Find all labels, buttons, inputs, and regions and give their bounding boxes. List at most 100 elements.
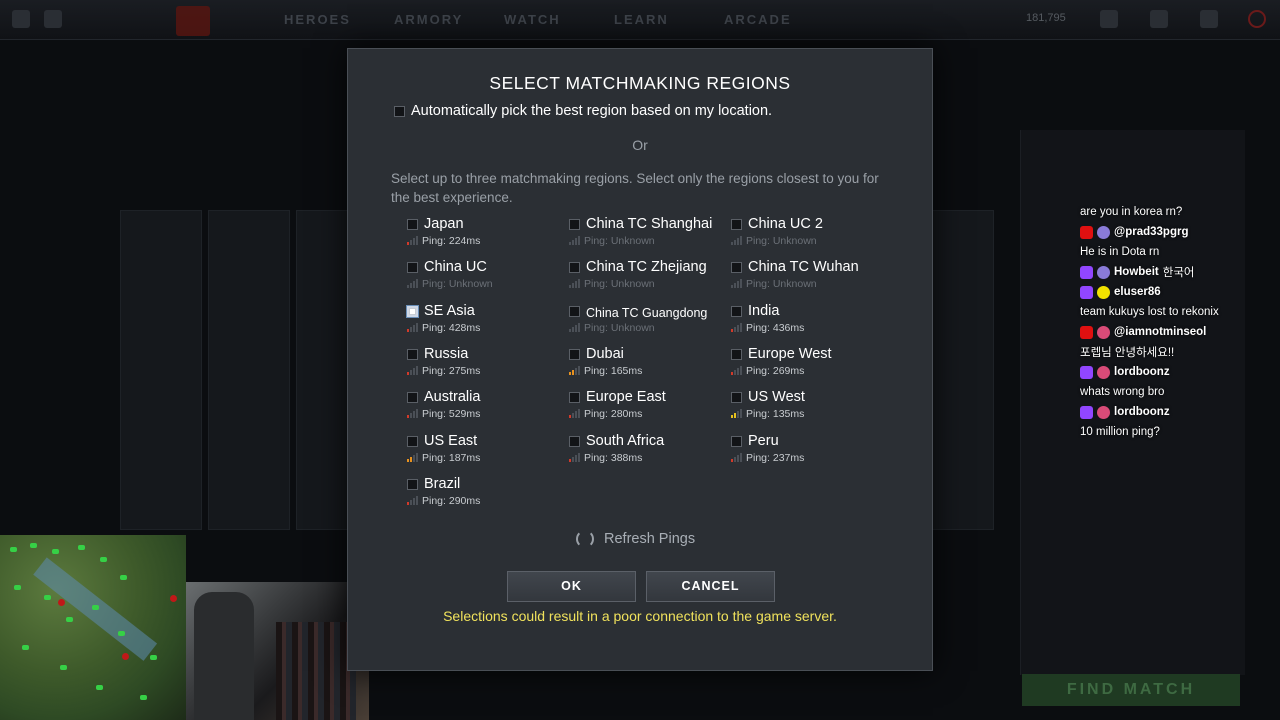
settings-icon[interactable] — [44, 10, 62, 28]
region-name[interactable]: China TC Guangdong — [586, 306, 707, 320]
chat-username: lordboonz — [1114, 406, 1170, 418]
ok-button[interactable]: OK — [507, 571, 636, 602]
region-checkbox[interactable] — [731, 219, 742, 230]
nav-arcade[interactable]: ARCADE — [724, 12, 834, 27]
region-name[interactable]: Europe West — [748, 346, 832, 362]
signal-strength-icon — [407, 409, 419, 419]
avatar-icon — [1097, 265, 1110, 279]
region-name[interactable]: Russia — [424, 346, 468, 362]
chat-line: team kukuys lost to rekonix — [1080, 302, 1280, 322]
signal-strength-icon — [731, 236, 743, 245]
region-name[interactable]: Europe East — [586, 389, 666, 405]
region-checkbox[interactable] — [731, 392, 742, 404]
region-checkbox[interactable] — [407, 435, 418, 447]
region-ping: Ping: 388ms — [584, 451, 643, 464]
region-name[interactable]: India — [748, 303, 779, 319]
signal-strength-icon — [569, 365, 581, 375]
region-ping: Ping: 187ms — [422, 451, 481, 464]
avatar-icon — [1097, 325, 1110, 339]
region-ping: Ping: 237ms — [746, 451, 805, 464]
region-name[interactable]: China UC — [424, 259, 487, 275]
chat-username: Howbeit — [1114, 266, 1159, 278]
chat-line: He is in Dota rn — [1080, 242, 1280, 262]
nav-heroes[interactable]: HEROES — [284, 12, 394, 27]
notification-icon[interactable] — [1200, 10, 1218, 28]
chat-username: @prad33pgrg — [1114, 226, 1189, 238]
chat-line: lordboonz — [1080, 402, 1280, 422]
chat-line: eluser86 — [1080, 282, 1280, 302]
region-ping: Ping: Unknown — [584, 321, 655, 334]
or-separator: Or — [632, 137, 648, 153]
region-checkbox[interactable] — [569, 435, 580, 447]
chat-line: Howbeit 한국어 — [1080, 262, 1280, 282]
region-checkbox[interactable] — [731, 435, 742, 447]
region-instructions: Select up to three matchmaking regions. … — [391, 171, 879, 205]
dialog-title: SELECT MATCHMAKING REGIONS — [489, 73, 791, 93]
find-match-button[interactable]: FIND MATCH — [1022, 674, 1240, 706]
region-checkbox[interactable] — [407, 305, 418, 317]
region-name[interactable]: Australia — [424, 389, 480, 405]
inventory-icon[interactable] — [1150, 10, 1168, 28]
region-name[interactable]: China TC Zhejiang — [586, 259, 707, 275]
signal-strength-icon — [731, 279, 743, 289]
region-checkbox[interactable] — [731, 262, 742, 274]
region-checkbox[interactable] — [731, 305, 742, 317]
region-name[interactable]: China TC Shanghai — [586, 216, 712, 232]
bg-card — [120, 210, 202, 530]
region-checkbox[interactable] — [569, 348, 580, 360]
nav-learn[interactable]: LEARN — [614, 12, 724, 27]
region-name[interactable]: China TC Wuhan — [748, 259, 859, 275]
nav-armory[interactable]: ARMORY — [394, 12, 504, 27]
region-ping: Ping: 290ms — [422, 494, 481, 507]
region-checkbox[interactable] — [731, 348, 742, 360]
chat-line: @prad33pgrg — [1080, 222, 1280, 242]
cancel-button[interactable]: CANCEL — [646, 571, 775, 602]
region-name[interactable]: US West — [748, 389, 805, 405]
region-name[interactable]: Japan — [424, 216, 464, 232]
chat-line: @iamnotminseol — [1080, 322, 1280, 342]
region-name[interactable]: Brazil — [424, 476, 460, 492]
region-name[interactable]: US East — [424, 433, 477, 449]
auto-pick-label[interactable]: Automatically pick the best region based… — [411, 103, 772, 119]
region-checkbox[interactable] — [407, 262, 418, 274]
region-checkbox[interactable] — [407, 219, 418, 230]
region-checkbox[interactable] — [407, 392, 418, 404]
signal-strength-icon — [569, 409, 581, 419]
region-checkbox[interactable] — [569, 305, 580, 317]
chat-message: 10 million ping? — [1080, 426, 1160, 438]
stream-chat: are you in korea rn? @prad33pgrg He is in … — [1080, 202, 1280, 442]
youtube-icon — [1080, 325, 1093, 339]
avatar-icon — [1097, 285, 1110, 299]
chat-message: whats wrong bro — [1080, 386, 1165, 398]
region-ping: Ping: 224ms — [422, 235, 481, 247]
menu-icon[interactable] — [12, 10, 30, 28]
chat-line: are you in korea rn? — [1080, 202, 1280, 222]
region-name[interactable]: Peru — [748, 433, 779, 449]
region-name[interactable]: China UC 2 — [748, 216, 823, 232]
nav-watch[interactable]: WATCH — [504, 12, 614, 27]
signal-strength-icon — [407, 365, 419, 375]
bg-card — [208, 210, 290, 530]
chat-username: lordboonz — [1114, 366, 1170, 378]
region-checkbox[interactable] — [407, 348, 418, 360]
region-checkbox[interactable] — [569, 219, 580, 230]
signal-strength-icon — [731, 409, 743, 419]
avatar-icon — [1097, 365, 1110, 379]
region-name[interactable]: South Africa — [586, 433, 664, 449]
region-name[interactable]: SE Asia — [424, 303, 475, 319]
refresh-pings-button[interactable]: Refresh Pings — [576, 530, 695, 548]
dota-logo[interactable] — [176, 6, 210, 36]
signal-strength-icon — [731, 452, 743, 462]
twitch-icon — [1080, 405, 1093, 419]
signal-strength-icon — [731, 365, 743, 375]
region-ping: Ping: Unknown — [584, 235, 655, 247]
region-checkbox[interactable] — [407, 478, 418, 490]
region-name[interactable]: Dubai — [586, 346, 624, 362]
flag-icon[interactable] — [1100, 10, 1118, 28]
chat-message: 포렙님 안녕하세요!! — [1080, 347, 1175, 359]
region-checkbox[interactable] — [569, 392, 580, 404]
region-checkbox[interactable] — [569, 262, 580, 274]
power-icon[interactable] — [1248, 10, 1266, 28]
auto-pick-checkbox[interactable] — [394, 106, 405, 117]
shard-count: 181,795 — [1026, 12, 1066, 24]
